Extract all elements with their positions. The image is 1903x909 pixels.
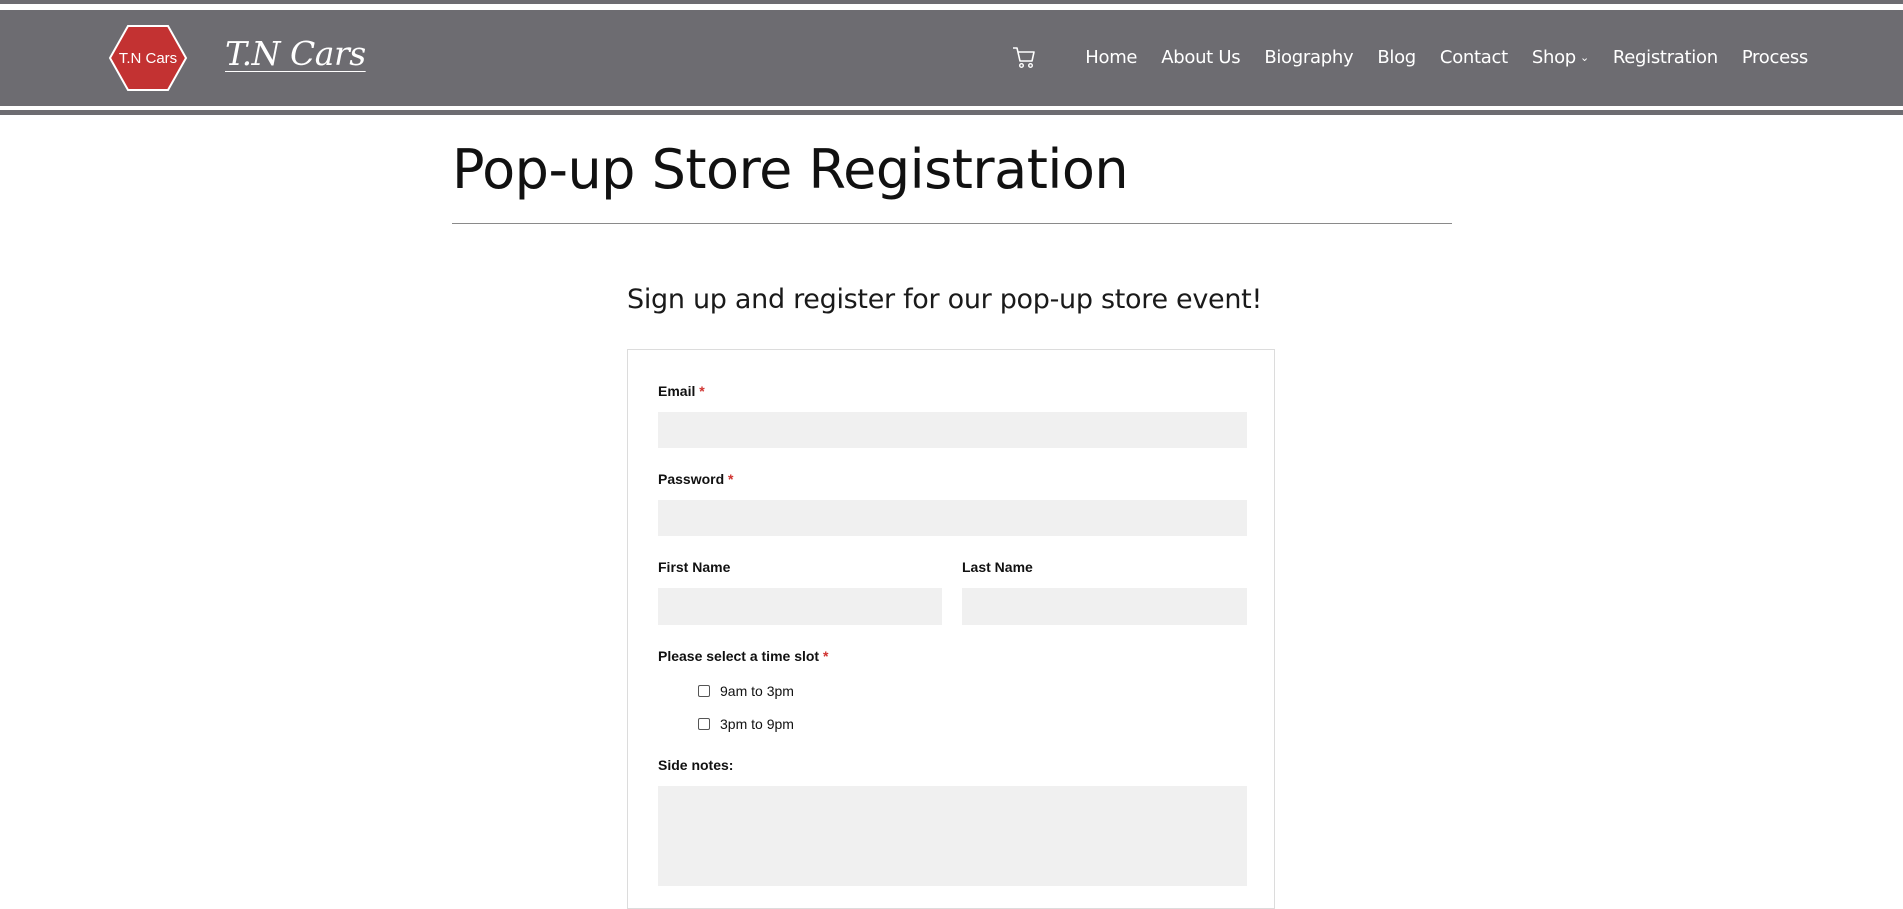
nav-contact[interactable]: Contact: [1440, 47, 1508, 68]
time-slot-label: Please select a time slot *: [658, 648, 828, 664]
time-slot-option[interactable]: 9am to 3pm: [698, 683, 794, 699]
logo-text: T.N Cars: [118, 49, 178, 67]
site-title[interactable]: T.N Cars: [225, 34, 366, 73]
nav-shop-label: Shop: [1531, 46, 1576, 68]
title-divider: [452, 223, 1452, 224]
password-field[interactable]: [658, 500, 1247, 536]
required-marker: *: [699, 383, 705, 399]
email-label: Email *: [658, 383, 705, 399]
form-subtitle: Sign up and register for our pop-up stor…: [627, 284, 1262, 315]
registration-form: Email * Password * First Name Last Name …: [627, 349, 1275, 909]
side-notes-label: Side notes:: [658, 757, 734, 773]
nav-process[interactable]: Process: [1742, 47, 1808, 68]
first-name-field[interactable]: [658, 588, 942, 625]
nav-blog[interactable]: Blog: [1377, 47, 1416, 68]
first-name-label: First Name: [658, 559, 731, 575]
last-name-label: Last Name: [962, 559, 1033, 575]
chevron-down-icon: ⌄: [1579, 50, 1589, 64]
nav-biography[interactable]: Biography: [1264, 47, 1353, 68]
nav-shop[interactable]: Shop ⌄: [1532, 47, 1589, 68]
password-label: Password *: [658, 471, 733, 487]
password-label-text: Password: [658, 471, 725, 487]
main-nav: Home About Us Biography Blog Contact Sho…: [1011, 44, 1808, 70]
email-label-text: Email: [658, 383, 696, 399]
time-slot-option[interactable]: 3pm to 9pm: [698, 716, 794, 732]
checkbox[interactable]: [698, 685, 710, 697]
header-bottom-strip: [0, 110, 1903, 115]
logo[interactable]: T.N Cars: [108, 24, 188, 92]
nav-registration[interactable]: Registration: [1613, 47, 1718, 68]
side-notes-textarea[interactable]: [658, 786, 1247, 886]
required-marker: *: [822, 648, 829, 664]
email-field[interactable]: [658, 412, 1247, 448]
checkbox[interactable]: [698, 718, 710, 730]
required-marker: *: [728, 471, 734, 487]
time-slot-option-label: 3pm to 9pm: [720, 716, 794, 732]
nav-about-us[interactable]: About Us: [1161, 47, 1240, 68]
last-name-field[interactable]: [962, 588, 1247, 625]
shopping-cart-icon[interactable]: [1011, 44, 1037, 70]
page-title: Pop-up Store Registration: [452, 138, 1129, 201]
time-slot-option-label: 9am to 3pm: [720, 683, 794, 699]
time-slot-label-text: Please select a time slot: [658, 648, 820, 664]
nav-home[interactable]: Home: [1085, 47, 1137, 68]
